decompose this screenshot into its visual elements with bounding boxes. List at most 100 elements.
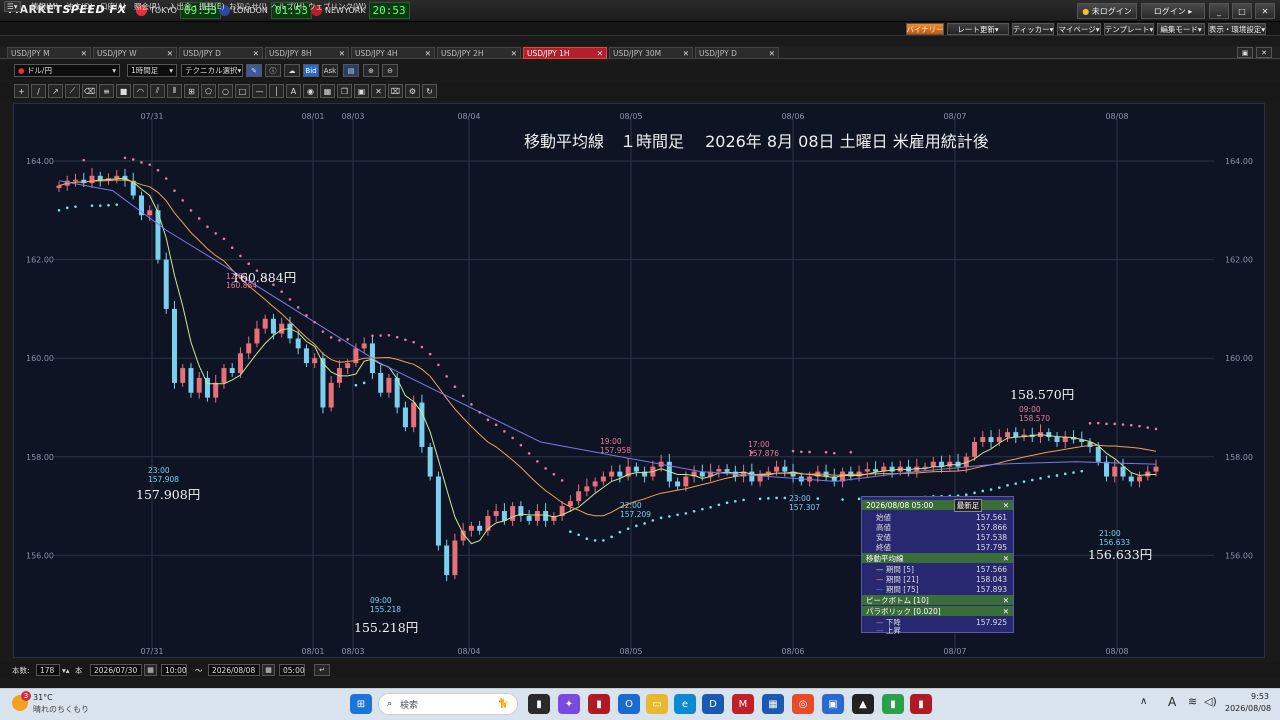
- clock-time[interactable]: 9:53: [1225, 692, 1269, 701]
- chevron-up-icon[interactable]: ∧: [1140, 696, 1147, 707]
- close-icon[interactable]: ✕: [167, 49, 176, 58]
- latest-bar-button[interactable]: 最新足: [953, 498, 983, 512]
- tab-usdjpy-d2[interactable]: USD/JPY D ✕: [695, 47, 779, 59]
- fan-icon[interactable]: ⫽: [150, 84, 165, 98]
- data-window[interactable]: 2026/08/08 05:00 最新足 ✕ 始値 157.561 高値 157.866…: [861, 496, 1014, 635]
- text-icon[interactable]: A: [286, 84, 301, 98]
- wrench-icon[interactable]: ✕: [371, 84, 386, 98]
- from-date-input[interactable]: 2026/07/30: [90, 664, 142, 676]
- tab-usdjpy-m[interactable]: USD/JPY M ✕: [7, 47, 91, 59]
- mcafee-icon[interactable]: M: [732, 694, 754, 714]
- gann-icon[interactable]: ⊞: [184, 84, 199, 98]
- tab-usdjpy-4h[interactable]: USD/JPY 4H ✕: [351, 47, 435, 59]
- display-settings-button[interactable]: 表示・環境設定 ▾: [1208, 23, 1266, 35]
- clock-date[interactable]: 2026/08/08: [1225, 704, 1271, 713]
- minimize-button[interactable]: _: [1209, 3, 1229, 19]
- count-input[interactable]: 178: [36, 664, 60, 676]
- close-panel-icon[interactable]: ✕: [1256, 47, 1272, 58]
- close-icon[interactable]: ✕: [253, 49, 262, 58]
- apply-range-icon[interactable]: ↵: [314, 664, 330, 676]
- paste-icon[interactable]: ▣: [354, 84, 369, 98]
- cloud-icon[interactable]: ☁: [284, 64, 300, 77]
- calendar-icon[interactable]: ▦: [262, 664, 275, 676]
- tab-usdjpy-2h[interactable]: USD/JPY 2H ✕: [437, 47, 521, 59]
- windows-start-icon[interactable]: ⊞: [350, 694, 372, 714]
- eraser-icon[interactable]: ⌫: [82, 84, 97, 98]
- copy-icon[interactable]: ❐: [337, 84, 352, 98]
- template-button[interactable]: テンプレート ▾: [1104, 23, 1154, 35]
- close-icon[interactable]: ✕: [1003, 607, 1009, 616]
- crosshair-icon[interactable]: +: [14, 84, 29, 98]
- task-view-icon[interactable]: ▮: [528, 694, 550, 714]
- close-icon[interactable]: ✕: [683, 49, 692, 58]
- calendar-icon[interactable]: ▦: [144, 664, 157, 676]
- close-icon[interactable]: ✕: [1003, 501, 1009, 510]
- close-icon[interactable]: ✕: [81, 49, 90, 58]
- mypage-button[interactable]: マイページ ▾: [1057, 23, 1101, 35]
- hamburger-icon[interactable]: ☰▾: [4, 1, 21, 12]
- ask-button[interactable]: Ask: [322, 64, 338, 77]
- app3-icon[interactable]: ▮: [882, 694, 904, 714]
- count-spinner[interactable]: ▾▴: [62, 664, 70, 676]
- close-icon[interactable]: ✕: [511, 49, 520, 58]
- polygon-icon[interactable]: ⬠: [201, 84, 216, 98]
- menu-deposit[interactable]: 入出金・振替(E): [169, 1, 225, 12]
- chrome-icon[interactable]: ◎: [792, 694, 814, 714]
- close-icon[interactable]: ✕: [769, 49, 778, 58]
- close-icon[interactable]: ✕: [597, 49, 606, 58]
- close-icon[interactable]: ✕: [1003, 596, 1009, 605]
- menu-info[interactable]: 情報(M): [31, 1, 58, 12]
- tab-usdjpy-30m[interactable]: USD/JPY 30M ✕: [609, 47, 693, 59]
- from-time-input[interactable]: 10:00: [161, 664, 187, 676]
- delete-icon[interactable]: ⌧: [388, 84, 403, 98]
- ime-indicator[interactable]: A: [1168, 695, 1176, 709]
- arc-icon[interactable]: ◠: [133, 84, 148, 98]
- info-icon[interactable]: ⓘ: [265, 64, 281, 77]
- zoom-in-icon[interactable]: ⊕: [363, 64, 379, 77]
- rate-update-button[interactable]: レート更新 ▾: [947, 23, 1009, 35]
- camera-icon[interactable]: ◉: [303, 84, 318, 98]
- pen-icon[interactable]: ✎: [246, 64, 262, 77]
- vline-icon[interactable]: │: [269, 84, 284, 98]
- tab-usdjpy-w[interactable]: USD/JPY W ✕: [93, 47, 177, 59]
- dell-icon[interactable]: D: [702, 694, 724, 714]
- volume-icon[interactable]: ◁): [1204, 695, 1217, 708]
- zoom-out-icon[interactable]: ⊖: [382, 64, 398, 77]
- app2-icon[interactable]: ▣: [822, 694, 844, 714]
- explorer-icon[interactable]: ▭: [646, 694, 668, 714]
- hline-tool-icon[interactable]: —: [252, 84, 267, 98]
- chart-area[interactable]: 164.00 164.00 162.00 162.00 160.00 160.00 158.…: [13, 103, 1265, 658]
- menu-inquiry[interactable]: 照会(R): [134, 1, 160, 12]
- bid-button[interactable]: Bid: [303, 64, 319, 77]
- menu-weblink[interactable]: ウェブリンク(W): [308, 1, 366, 12]
- wifi-icon[interactable]: ≋: [1188, 695, 1197, 708]
- outlook-icon[interactable]: O: [618, 694, 640, 714]
- to-time-input[interactable]: 05:00: [279, 664, 305, 676]
- settings-icon[interactable]: ⚙: [405, 84, 420, 98]
- ticker-button[interactable]: ティッカー ▾: [1012, 23, 1054, 35]
- maximize-button[interactable]: □: [1232, 3, 1252, 19]
- chart-app-icon[interactable]: ▲: [852, 694, 874, 714]
- trendline-icon[interactable]: /: [31, 84, 46, 98]
- menu-help[interactable]: ヘルプ(H): [271, 1, 305, 12]
- tab-usdjpy-d[interactable]: USD/JPY D ✕: [179, 47, 263, 59]
- currency-select[interactable]: ● ドル/円 ▾: [14, 64, 120, 77]
- close-button[interactable]: ✕: [1255, 3, 1275, 19]
- tab-usdjpy-1h[interactable]: USD/JPY 1H ✕: [523, 47, 607, 59]
- circle-icon[interactable]: ○: [218, 84, 233, 98]
- period-select[interactable]: 1時間足 ▾: [127, 64, 177, 77]
- ray-icon[interactable]: ↗: [48, 84, 63, 98]
- close-icon[interactable]: ✕: [425, 49, 434, 58]
- grid-icon[interactable]: ▦: [320, 84, 335, 98]
- edit-mode-button[interactable]: 編集モード ▾: [1157, 23, 1205, 35]
- marketspeed-taskbar-icon[interactable]: ▮: [910, 694, 932, 714]
- menu-notice[interactable]: お知らせ(I): [229, 1, 267, 12]
- refresh-icon[interactable]: ↻: [422, 84, 437, 98]
- rect-icon[interactable]: ■: [116, 84, 131, 98]
- login-button[interactable]: ログイン ▸: [1141, 3, 1205, 19]
- binary-button[interactable]: バイナリー: [906, 23, 944, 35]
- chart-view-icon[interactable]: ▤: [343, 64, 359, 77]
- technical-select[interactable]: テクニカル選択 ▾: [181, 64, 243, 77]
- edge-icon[interactable]: e: [674, 694, 696, 714]
- taskbar-search[interactable]: ⌕ 検索 🐈: [378, 693, 518, 715]
